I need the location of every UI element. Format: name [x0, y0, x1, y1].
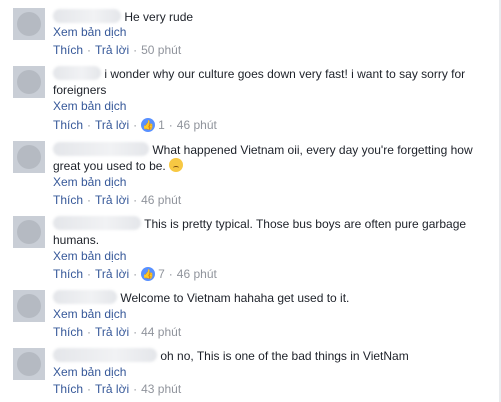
avatar[interactable] — [13, 66, 45, 98]
avatar[interactable] — [13, 141, 45, 173]
translate-link[interactable]: Xem bản dịch — [53, 25, 126, 39]
comment-text: oh no, This is one of the bad things in … — [160, 349, 409, 363]
comment-body: What happened Vietnam oii, every day you… — [53, 142, 483, 174]
timestamp[interactable]: 46 phút — [141, 193, 181, 207]
author-name[interactable] — [53, 290, 117, 304]
comment-actions: Thích · Trả lời · 👍 1 · 46 phút — [53, 118, 217, 132]
like-link[interactable]: Thích — [53, 325, 83, 339]
reply-link[interactable]: Trả lời — [95, 43, 129, 57]
author-name[interactable] — [53, 348, 157, 362]
comment-body: He very rude — [53, 9, 483, 25]
avatar[interactable] — [13, 8, 45, 40]
reply-link[interactable]: Trả lời — [95, 193, 129, 207]
translate-link[interactable]: Xem bản dịch — [53, 307, 126, 321]
like-link[interactable]: Thích — [53, 193, 83, 207]
timestamp[interactable]: 46 phút — [177, 118, 217, 132]
comment-actions: Thích · Trả lời · 👍 7 · 46 phút — [53, 267, 217, 281]
reply-link[interactable]: Trả lời — [95, 118, 129, 132]
like-link[interactable]: Thích — [53, 118, 83, 132]
comment-text: Welcome to Vietnam hahaha get used to it… — [120, 291, 350, 305]
author-name[interactable] — [53, 9, 121, 23]
comment-actions: Thích · Trả lời · 46 phút — [53, 193, 182, 207]
translate-link[interactable]: Xem bản dịch — [53, 99, 126, 113]
like-link[interactable]: Thích — [53, 43, 83, 57]
comment-text: i wonder why our culture goes down very … — [53, 67, 466, 97]
avatar[interactable] — [13, 216, 45, 248]
translate-link[interactable]: Xem bản dịch — [53, 365, 126, 379]
timestamp[interactable]: 44 phút — [141, 325, 181, 339]
translate-link[interactable]: Xem bản dịch — [53, 175, 126, 189]
translate-link[interactable]: Xem bản dịch — [53, 249, 126, 263]
reaction-count[interactable]: 7 — [158, 267, 165, 281]
comment-body: i wonder why our culture goes down very … — [53, 66, 483, 98]
avatar[interactable] — [13, 290, 45, 322]
reaction-count[interactable]: 1 — [158, 118, 165, 132]
comment-body: This is pretty typical. Those bus boys a… — [53, 216, 483, 248]
reply-link[interactable]: Trả lời — [95, 382, 129, 396]
like-reaction-icon[interactable]: 👍 — [141, 267, 156, 281]
comment-body: Welcome to Vietnam hahaha get used to it… — [53, 290, 483, 306]
timestamp[interactable]: 43 phút — [141, 382, 181, 396]
timestamp[interactable]: 50 phút — [141, 43, 181, 57]
reply-link[interactable]: Trả lời — [95, 267, 129, 281]
like-reaction-icon[interactable]: 👍 — [141, 118, 156, 132]
comment-actions: Thích · Trả lời · 44 phút — [53, 325, 182, 339]
comment-actions: Thích · Trả lời · 50 phút — [53, 43, 182, 57]
timestamp[interactable]: 46 phút — [177, 267, 217, 281]
reply-link[interactable]: Trả lời — [95, 325, 129, 339]
sad-emoji-icon — [169, 158, 184, 172]
comment-body: oh no, This is one of the bad things in … — [53, 348, 483, 364]
like-link[interactable]: Thích — [53, 267, 83, 281]
like-link[interactable]: Thích — [53, 382, 83, 396]
author-name[interactable] — [53, 142, 149, 156]
author-name[interactable] — [53, 216, 141, 230]
avatar[interactable] — [13, 348, 45, 380]
comment-text: He very rude — [124, 10, 194, 24]
author-name[interactable] — [53, 66, 101, 80]
comment-actions: Thích · Trả lời · 43 phút — [53, 382, 182, 396]
